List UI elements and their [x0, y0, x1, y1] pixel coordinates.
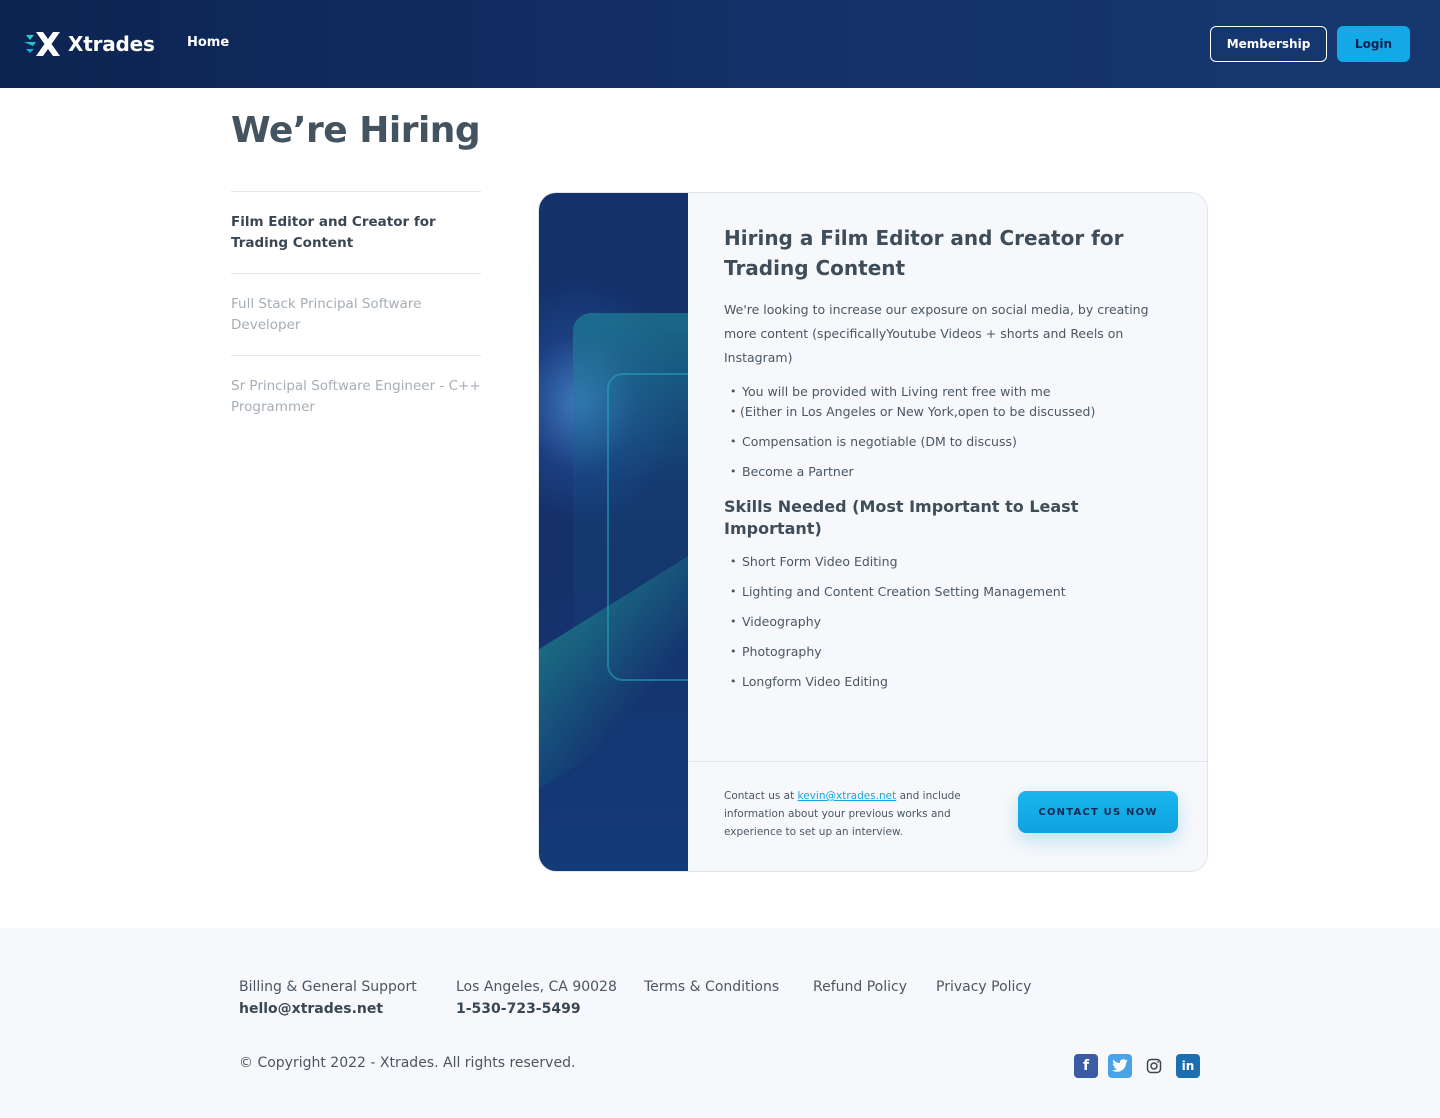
privacy-policy-link[interactable]: Privacy Policy	[936, 976, 1031, 998]
card-divider	[688, 761, 1207, 762]
skill-item: Lighting and Content Creation Setting Ma…	[724, 582, 1174, 602]
footer-address: Los Angeles, CA 90028 1-530-723-5499	[456, 976, 617, 1020]
contact-email-link[interactable]: kevin@xtrades.net	[798, 790, 897, 802]
skill-item: Longform Video Editing	[724, 672, 1174, 692]
benefit-item-note: (Either in Los Angeles or New York,open …	[724, 402, 1174, 422]
brand-logo[interactable]: Xtrades	[24, 31, 155, 57]
skill-item: Short Form Video Editing	[724, 552, 1174, 572]
refund-policy-link[interactable]: Refund Policy	[813, 976, 907, 998]
benefit-item: Compensation is negotiable (DM to discus…	[724, 432, 1174, 452]
skills-heading: Skills Needed (Most Important to Least I…	[724, 497, 1079, 538]
card-decorative-art	[539, 193, 688, 871]
footer: Billing & General Support hello@xtrades.…	[0, 928, 1440, 1118]
address-text: Los Angeles, CA 90028	[456, 979, 617, 995]
facebook-icon[interactable]: f	[1074, 1054, 1098, 1078]
contact-us-button[interactable]: CONTACT US NOW	[1018, 791, 1178, 833]
job-item-full-stack-developer[interactable]: Full Stack Principal Software Developer	[231, 273, 481, 355]
job-title: Hiring a Film Editor and Creator for Tra…	[724, 226, 1124, 280]
twitter-icon[interactable]	[1108, 1054, 1132, 1078]
linkedin-icon[interactable]: in	[1176, 1054, 1200, 1078]
page-title: We’re Hiring	[231, 110, 481, 151]
footer-support: Billing & General Support hello@xtrades.…	[239, 976, 417, 1020]
top-nav-bar: Xtrades Home Membership Login	[0, 0, 1440, 88]
job-item-cpp-engineer[interactable]: Sr Principal Software Engineer - C++ Pro…	[231, 355, 481, 437]
skills-list: Short Form Video Editing Lighting and Co…	[724, 552, 1174, 692]
xtrades-logo-icon	[24, 32, 60, 56]
job-list: Film Editor and Creator for Trading Cont…	[231, 191, 481, 437]
job-item-film-editor[interactable]: Film Editor and Creator for Trading Cont…	[231, 191, 481, 273]
copyright-text: © Copyright 2022 - Xtrades. All rights r…	[239, 1055, 576, 1071]
job-detail-body: Hiring a Film Editor and Creator for Tra…	[724, 223, 1174, 702]
skill-item: Videography	[724, 612, 1174, 632]
login-button[interactable]: Login	[1337, 26, 1410, 62]
nav-home-link[interactable]: Home	[187, 35, 229, 50]
job-intro: We're looking to increase our exposure o…	[724, 302, 1149, 365]
support-email[interactable]: hello@xtrades.net	[239, 998, 417, 1020]
benefit-item: Become a Partner	[724, 462, 1174, 482]
brand-name: Xtrades	[68, 32, 155, 56]
instagram-icon[interactable]	[1142, 1054, 1166, 1078]
benefits-list: You will be provided with Living rent fr…	[724, 382, 1174, 482]
membership-button[interactable]: Membership	[1210, 26, 1327, 62]
job-detail-card: Hiring a Film Editor and Creator for Tra…	[538, 192, 1208, 872]
support-label: Billing & General Support	[239, 979, 417, 995]
terms-link[interactable]: Terms & Conditions	[644, 976, 779, 998]
contact-instructions: Contact us at kevin@xtrades.net and incl…	[724, 790, 961, 838]
benefit-item: You will be provided with Living rent fr…	[724, 382, 1174, 402]
phone-number[interactable]: 1-530-723-5499	[456, 998, 617, 1020]
skill-item: Photography	[724, 642, 1174, 662]
